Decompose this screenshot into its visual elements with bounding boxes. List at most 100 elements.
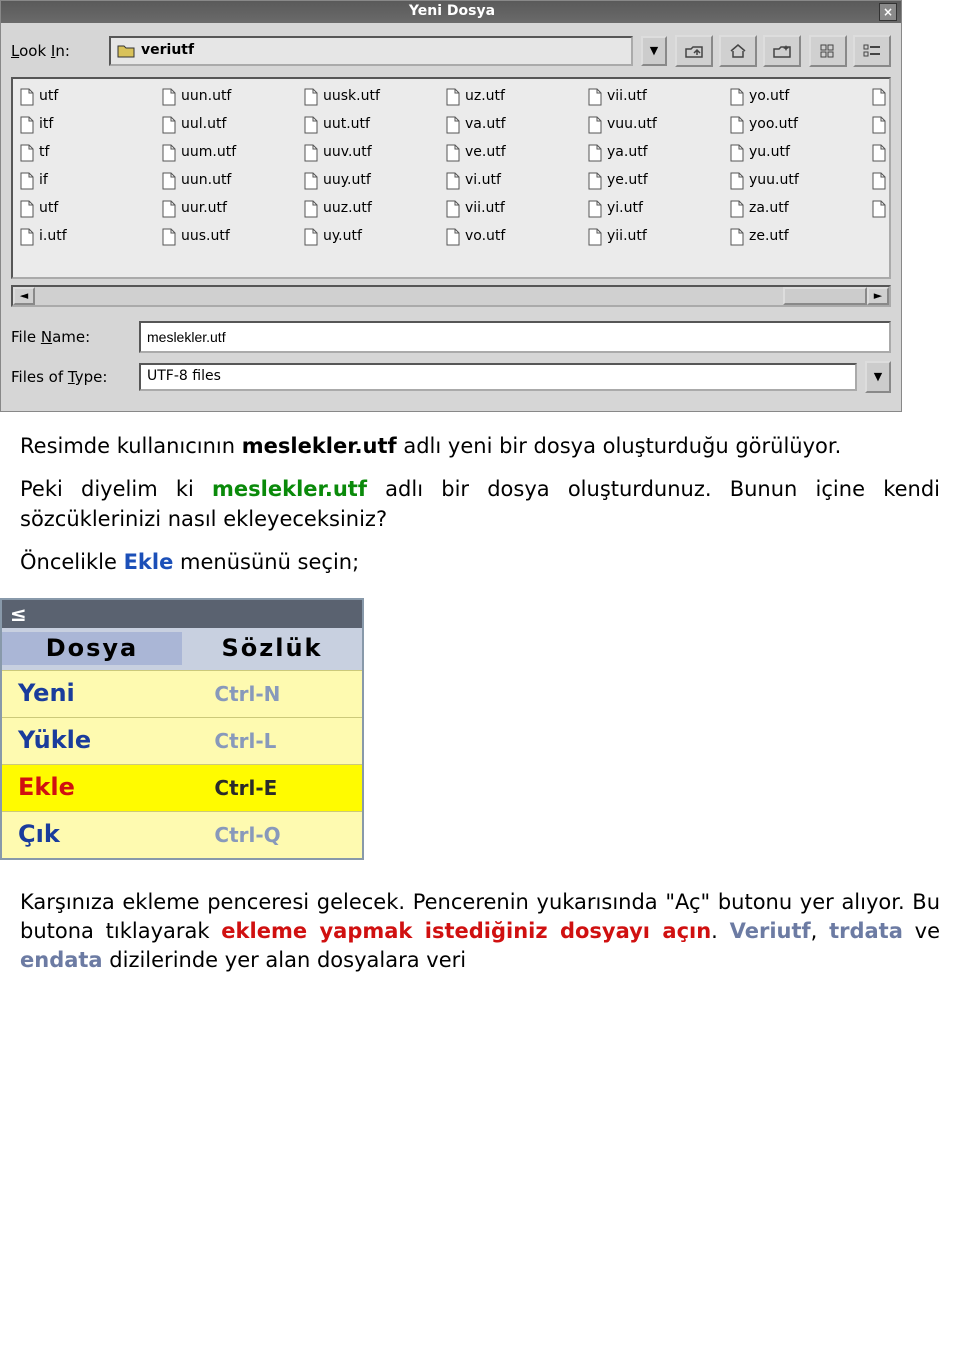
file-icon — [445, 88, 461, 106]
file-item[interactable]: va.utf — [445, 111, 575, 139]
text: Peki diyelim ki — [20, 477, 212, 501]
file-item[interactable]: vii.utf — [445, 195, 575, 223]
menu-tab-sozluk[interactable]: Sözlük — [182, 632, 362, 666]
file-list-pane[interactable]: utfitftfifutfi.utfuun.utfuul.utfuum.utfu… — [11, 77, 891, 279]
file-icon — [445, 144, 461, 162]
file-item[interactable]: tf — [19, 139, 149, 167]
menu-item-çık[interactable]: ÇıkCtrl-Q — [2, 811, 362, 858]
file-icon — [303, 228, 319, 246]
menu-item-label: Yükle — [2, 724, 198, 758]
file-item[interactable]: zuu.utf — [871, 195, 891, 223]
file-icon — [587, 228, 603, 246]
file-item[interactable]: itf — [19, 111, 149, 139]
folder-icon — [117, 43, 135, 59]
horizontal-scrollbar[interactable]: ◄ ► — [11, 285, 891, 307]
file-item[interactable]: ye.utf — [587, 167, 717, 195]
file-item[interactable]: uy.utf — [303, 223, 433, 251]
file-item[interactable]: vo.utf — [445, 223, 575, 251]
file-icon — [303, 144, 319, 162]
file-item[interactable]: utf — [19, 195, 149, 223]
file-item[interactable]: if — [19, 167, 149, 195]
file-item[interactable]: uum.utf — [161, 139, 291, 167]
file-item[interactable]: ya.utf — [587, 139, 717, 167]
menu-item-label: Çık — [2, 818, 198, 852]
paragraph-4: Karşınıza ekleme penceresi gelecek. Penc… — [20, 888, 940, 976]
file-item[interactable]: za.utf — [729, 195, 859, 223]
file-item[interactable]: zo.utf — [871, 167, 891, 195]
file-name-label: yii.utf — [607, 227, 647, 247]
file-item[interactable]: yi.utf — [587, 195, 717, 223]
file-item[interactable]: vii.utf — [587, 83, 717, 111]
file-item[interactable]: zo.utf — [871, 139, 891, 167]
dialog-body: Look In: veriutf ▼ utfitftfifutfi.utfuun… — [1, 23, 901, 411]
lookin-combo[interactable]: veriutf — [109, 36, 633, 66]
file-icon — [19, 228, 35, 246]
home-icon[interactable] — [719, 35, 757, 67]
file-item[interactable]: zi.utf — [871, 83, 891, 111]
bottom-form: File Name: Files of Type: UTF-8 files ▼ — [11, 321, 891, 393]
menu-tab-dosya[interactable]: Dosya — [2, 632, 182, 666]
file-icon — [729, 172, 745, 190]
file-item[interactable]: uuv.utf — [303, 139, 433, 167]
file-item[interactable]: ve.utf — [445, 139, 575, 167]
list-view-icon[interactable] — [809, 35, 847, 67]
file-item[interactable]: yu.utf — [729, 139, 859, 167]
file-icon — [445, 116, 461, 134]
minimize-icon[interactable]: ≤ — [10, 600, 27, 628]
file-icon — [161, 200, 177, 218]
file-item[interactable]: uul.utf — [161, 111, 291, 139]
file-item[interactable]: uuy.utf — [303, 167, 433, 195]
file-item[interactable]: uun.utf — [161, 83, 291, 111]
menu-item-yükle[interactable]: YükleCtrl-L — [2, 717, 362, 764]
file-icon — [729, 116, 745, 134]
file-item[interactable]: i.utf — [19, 223, 149, 251]
file-item[interactable]: yuu.utf — [729, 167, 859, 195]
file-item[interactable]: vi.utf — [445, 167, 575, 195]
file-icon — [729, 200, 745, 218]
file-icon — [587, 116, 603, 134]
close-icon[interactable]: × — [879, 3, 897, 21]
file-name-label: utf — [39, 199, 58, 219]
file-name-label: uuy.utf — [323, 171, 371, 191]
filetype-combo[interactable]: UTF-8 files — [139, 363, 857, 391]
scroll-thumb[interactable] — [783, 287, 867, 305]
file-name-label: yi.utf — [607, 199, 643, 219]
file-item[interactable]: uuz.utf — [303, 195, 433, 223]
file-item[interactable]: uz.utf — [445, 83, 575, 111]
scroll-track[interactable] — [35, 287, 783, 305]
file-item[interactable]: vuu.utf — [587, 111, 717, 139]
file-item[interactable]: uusk.utf — [303, 83, 433, 111]
file-item[interactable]: ze.utf — [729, 223, 859, 251]
file-icon — [871, 200, 887, 218]
ekle-blue: Ekle — [124, 550, 174, 574]
file-name-label: itf — [39, 115, 53, 135]
file-name-label: ye.utf — [607, 171, 648, 191]
file-item[interactable]: uur.utf — [161, 195, 291, 223]
filetype-value: UTF-8 files — [147, 367, 221, 387]
folder-up-icon[interactable] — [675, 35, 713, 67]
menu-item-shortcut: Ctrl-L — [198, 727, 362, 755]
file-item[interactable]: yo.utf — [729, 83, 859, 111]
lookin-dropdown-arrow[interactable]: ▼ — [641, 36, 667, 66]
menu-item-yeni[interactable]: YeniCtrl-N — [2, 670, 362, 717]
file-item[interactable]: zii.utf — [871, 111, 891, 139]
filename-input[interactable] — [139, 321, 891, 353]
file-icon — [587, 200, 603, 218]
file-item[interactable]: uus.utf — [161, 223, 291, 251]
scroll-right-icon[interactable]: ► — [867, 287, 889, 305]
scroll-left-icon[interactable]: ◄ — [13, 287, 35, 305]
file-icon — [729, 228, 745, 246]
file-item[interactable]: uun.utf — [161, 167, 291, 195]
details-view-icon[interactable] — [853, 35, 891, 67]
file-item[interactable]: utf — [19, 83, 149, 111]
file-item[interactable]: yoo.utf — [729, 111, 859, 139]
file-icon — [303, 116, 319, 134]
menu-item-ekle[interactable]: EkleCtrl-E — [2, 764, 362, 811]
filetype-dropdown-arrow[interactable]: ▼ — [865, 361, 891, 393]
file-icon — [19, 200, 35, 218]
text: dizilerinde yer alan dosyalara veri — [103, 948, 466, 972]
file-item[interactable]: yii.utf — [587, 223, 717, 251]
file-item[interactable]: uut.utf — [303, 111, 433, 139]
filename-bold: meslekler.utf — [242, 434, 397, 458]
new-folder-icon[interactable] — [763, 35, 801, 67]
